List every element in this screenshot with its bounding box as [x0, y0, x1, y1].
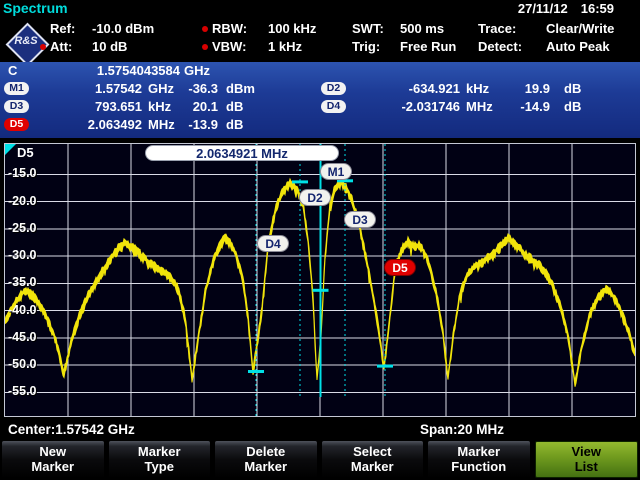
setting-label-rbw: RBW:	[212, 21, 247, 36]
time-text: 16:59	[581, 1, 614, 16]
marker-table: C1.5754043584GHzM11.57542GHz-36.3dBmD2-6…	[0, 62, 640, 138]
datetime: 27/11/12 16:59	[518, 1, 614, 16]
softkey-new-marker[interactable]: NewMarker	[2, 441, 104, 478]
y-tick-label--40.0: -40.0	[8, 303, 50, 317]
softkey-label: Delete	[215, 445, 317, 460]
setting-value-swt: 500 ms	[400, 21, 444, 36]
entry-marker-name: D5	[17, 145, 34, 160]
rs-logo: R&S	[5, 22, 47, 64]
softkey-label: Marker	[322, 460, 424, 475]
marker-badge-D2: D2	[321, 82, 346, 95]
marker-frequency-input[interactable]: 2.0634921 MHz	[145, 145, 339, 161]
marker-D5-level: -13.9	[178, 117, 218, 133]
setting-value-trig: Free Run	[400, 39, 456, 54]
softkey-delete-marker[interactable]: DeleteMarker	[215, 441, 317, 478]
marker-D4-level: -14.9	[500, 99, 550, 115]
marker-D4-level-unit: dB	[564, 99, 581, 115]
marker-label-D3: D3	[344, 211, 376, 228]
setting-label-detect: Detect:	[478, 39, 522, 54]
y-tick-label--55.0: -55.0	[8, 384, 50, 398]
setting-value-trace: Clear/Write	[546, 21, 614, 36]
marker-label-D2: D2	[299, 189, 331, 206]
setting-label-trace: Trace:	[478, 21, 516, 36]
setting-value-detect: Auto Peak	[546, 39, 610, 54]
softkey-label: New	[2, 445, 104, 460]
marker-label-D5: D5	[384, 259, 416, 276]
softkey-label: Function	[428, 460, 530, 475]
setting-label-att: Att:	[50, 39, 72, 54]
softkey-label: Type	[109, 460, 211, 475]
softkey-label: Marker	[428, 445, 530, 460]
marker-badge-D3: D3	[4, 100, 29, 113]
spectrum-svg	[5, 144, 635, 416]
y-tick-label--25.0: -25.0	[8, 221, 50, 235]
softkey-label: Marker	[215, 460, 317, 475]
softkey-bar: NewMarkerMarkerTypeDeleteMarkerSelectMar…	[0, 441, 640, 478]
softkey-marker-function[interactable]: MarkerFunction	[428, 441, 530, 478]
softkey-label: View	[536, 445, 638, 460]
center-frequency-readout: Center:1.57542 GHz	[8, 422, 135, 437]
marker-D2-freq: -634.921	[352, 81, 460, 97]
softkey-marker-type[interactable]: MarkerType	[109, 441, 211, 478]
softkey-view-list[interactable]: ViewList	[535, 441, 639, 478]
marker-D3-freq: 793.651	[38, 99, 142, 115]
marker-D3-level-unit: dB	[226, 99, 243, 115]
center-row-unit: GHz	[184, 63, 210, 79]
marker-D3-level: 20.1	[178, 99, 218, 115]
span-readout: Span:20 MHz	[420, 422, 504, 437]
y-tick-label--30.0: -30.0	[8, 248, 50, 262]
marker-D4-freq: -2.031746	[352, 99, 460, 115]
marker-badge-D4: D4	[321, 100, 346, 113]
status-bullet-vbw	[202, 44, 208, 50]
setting-label-ref: Ref:	[50, 21, 75, 36]
marker-M1-level: -36.3	[178, 81, 218, 97]
spectrum-plot: -15.0 -20.0 -25.0 -30.0 -35.0 -40.0 -45.0 -50.0…	[4, 143, 636, 417]
setting-value-rbw: 100 kHz	[268, 21, 316, 36]
softkey-label: Select	[322, 445, 424, 460]
date-text: 27/11/12	[518, 1, 568, 16]
status-bullet-rbw	[202, 26, 208, 32]
marker-D5-freq: 2.063492	[38, 117, 142, 133]
mode-title: Spectrum	[3, 0, 68, 16]
setting-label-trig: Trig:	[352, 39, 380, 54]
y-tick-label--45.0: -45.0	[8, 330, 50, 344]
marker-M1-freq: 1.57542	[38, 81, 142, 97]
softkey-label: Marker	[2, 460, 104, 475]
status-bullet-att	[40, 44, 46, 50]
softkey-label: Marker	[109, 445, 211, 460]
setting-label-vbw: VBW:	[212, 39, 246, 54]
softkey-select-marker[interactable]: SelectMarker	[322, 441, 424, 478]
center-row-id: C	[8, 63, 17, 79]
marker-label-D4: D4	[257, 235, 289, 252]
y-tick-label--50.0: -50.0	[8, 357, 50, 371]
setting-label-swt: SWT:	[352, 21, 384, 36]
setting-value-ref: -10.0 dBm	[92, 21, 154, 36]
marker-badge-D5: D5	[4, 118, 29, 131]
marker-D2-level: 19.9	[500, 81, 550, 97]
marker-M1-level-unit: dBm	[226, 81, 255, 97]
marker-D4-freq-unit: MHz	[466, 99, 493, 115]
marker-D5-freq-unit: MHz	[148, 117, 175, 133]
y-tick-label--20.0: -20.0	[8, 194, 50, 208]
y-tick-label--15.0: -15.0	[8, 166, 50, 180]
marker-D5-level-unit: dB	[226, 117, 243, 133]
marker-D2-freq-unit: kHz	[466, 81, 489, 97]
center-row-value: 1.5754043584	[36, 63, 180, 79]
marker-label-M1: M1	[320, 163, 352, 180]
marker-D2-level-unit: dB	[564, 81, 581, 97]
marker-M1-freq-unit: GHz	[148, 81, 174, 97]
marker-badge-M1: M1	[4, 82, 29, 95]
y-tick-label--35.0: -35.0	[8, 275, 50, 289]
spectrum-analyzer-screen: Spectrum 27/11/12 16:59 R&S Ref: -10.0 dB…	[0, 0, 640, 480]
softkey-label: List	[536, 460, 638, 475]
setting-value-vbw: 1 kHz	[268, 39, 302, 54]
setting-value-att: 10 dB	[92, 39, 127, 54]
marker-D3-freq-unit: kHz	[148, 99, 171, 115]
